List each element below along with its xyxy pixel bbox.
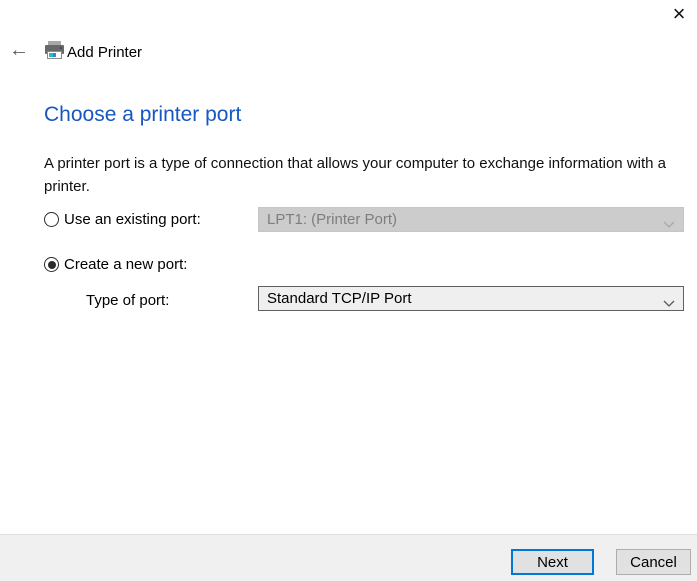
page-description: A printer port is a type of connection t…: [44, 152, 692, 198]
back-arrow-icon[interactable]: ←: [9, 39, 29, 62]
existing-port-select: LPT1: (Printer Port): [258, 207, 684, 232]
create-new-port-radio-label[interactable]: Create a new port:: [64, 256, 187, 273]
page-title: Choose a printer port: [44, 103, 241, 127]
port-type-select-value: Standard TCP/IP Port: [267, 290, 412, 307]
existing-port-radio[interactable]: [44, 212, 59, 227]
port-type-select[interactable]: Standard TCP/IP Port: [258, 286, 684, 311]
close-icon[interactable]: ×: [666, 2, 692, 26]
chevron-down-icon: [663, 216, 675, 233]
printer-icon: [44, 41, 65, 65]
next-button[interactable]: Next: [511, 549, 594, 575]
chevron-down-icon: [663, 295, 675, 312]
existing-port-radio-label[interactable]: Use an existing port:: [64, 211, 201, 228]
window-title: Add Printer: [67, 44, 142, 61]
cancel-button[interactable]: Cancel: [616, 549, 691, 575]
existing-port-select-value: LPT1: (Printer Port): [267, 211, 397, 228]
port-type-label: Type of port:: [86, 292, 169, 309]
create-new-port-radio[interactable]: [44, 257, 59, 272]
add-printer-wizard: × ← Add Printer Choose a printer port A …: [0, 0, 697, 581]
